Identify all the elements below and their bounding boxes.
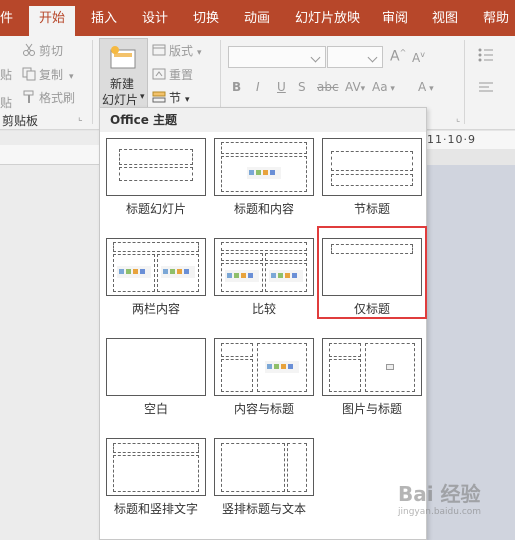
paste-partial-label[interactable]: 贴 <box>0 66 12 83</box>
layout-vertical-title-text[interactable]: 竖排标题与文本 <box>214 438 314 526</box>
reset-button[interactable]: 重置 <box>152 66 193 83</box>
layout-thumbnail <box>322 138 422 196</box>
layout-name: 节标题 <box>353 202 390 216</box>
gallery-header: Office 主题 <box>100 108 426 132</box>
bold-button[interactable]: B <box>232 80 241 94</box>
copy-button[interactable]: 复制 ▾ <box>22 66 74 83</box>
layout-blank[interactable]: 空白 <box>106 338 206 426</box>
layout-comparison[interactable]: 比较 <box>214 238 314 326</box>
layout-content-caption[interactable]: 内容与标题 <box>214 338 314 426</box>
layout-label: 版式 <box>169 44 194 58</box>
layout-thumbnail <box>214 338 314 396</box>
change-case-label: Aa <box>372 80 388 94</box>
tab-review[interactable]: 审阅 <box>382 8 408 30</box>
change-case-button[interactable]: Aa ▾ <box>372 80 395 94</box>
tab-transitions[interactable]: 切换 <box>193 8 219 30</box>
font-color-button[interactable]: A ▾ <box>418 80 434 94</box>
layout-thumbnail <box>322 338 422 396</box>
section-button[interactable]: 节 ▾ <box>152 89 190 106</box>
layout-button[interactable]: 版式 ▾ <box>152 42 202 59</box>
layout-name: 仅标题 <box>353 302 390 316</box>
reset-icon <box>152 68 166 80</box>
layout-thumbnail <box>106 138 206 196</box>
shadow-button[interactable]: S <box>298 80 306 94</box>
horizontal-ruler: 11·10·9 <box>425 131 515 149</box>
layout-thumbnail <box>106 238 206 296</box>
layout-thumbnail <box>214 438 314 496</box>
new-slide-icon <box>110 46 136 69</box>
layout-thumbnail <box>214 238 314 296</box>
layout-gallery-dropdown: Office 主题 标题幻灯片 标题和内容 节标题 两栏内容 比较 仅标题 空白… <box>99 107 427 540</box>
layout-section-header[interactable]: 节标题 <box>322 138 422 226</box>
bullets-icon[interactable] <box>478 48 494 62</box>
layout-title-content[interactable]: 标题和内容 <box>214 138 314 226</box>
tab-view[interactable]: 视图 <box>432 8 458 30</box>
new-slide-label-2: 幻灯片 <box>102 93 139 107</box>
tab-home[interactable]: 开始 <box>29 6 76 36</box>
chevron-down-icon: ▾ <box>140 92 145 102</box>
strikethrough-button[interactable]: abc <box>317 80 339 94</box>
clipboard-group-label: 剪贴板 <box>2 114 39 128</box>
copy-icon <box>22 67 36 81</box>
layout-name: 空白 <box>143 402 168 416</box>
new-slide-label-1: 新建 <box>110 77 135 91</box>
layout-picture-caption[interactable]: 图片与标题 <box>322 338 422 426</box>
format-painter-label: 格式刷 <box>39 91 76 105</box>
layout-name: 两栏内容 <box>131 302 180 316</box>
font-name-combo[interactable] <box>228 46 326 68</box>
font-dialog-launcher-icon[interactable]: ⌞ <box>456 114 460 124</box>
grow-font-label: A <box>390 48 400 65</box>
layout-title-slide[interactable]: 标题幻灯片 <box>106 138 206 226</box>
layout-name: 标题和竖排文字 <box>113 502 198 516</box>
tab-help[interactable]: 帮助 <box>483 8 509 30</box>
shrink-font-button[interactable]: Av <box>412 50 425 65</box>
layout-name: 标题幻灯片 <box>125 202 186 216</box>
layout-thumbnail <box>106 438 206 496</box>
cut-button[interactable]: 剪切 <box>22 42 63 59</box>
underline-button[interactable]: U <box>277 80 286 94</box>
layout-name: 图片与标题 <box>341 402 402 416</box>
format-painter-button[interactable]: 格式刷 <box>22 89 75 106</box>
tab-insert[interactable]: 插入 <box>91 8 117 30</box>
group-separator <box>464 40 465 124</box>
tab-design[interactable]: 设计 <box>142 8 168 30</box>
char-spacing-label: AV <box>345 80 361 94</box>
char-spacing-button[interactable]: AV▾ <box>345 80 365 94</box>
paste-partial-label-2: 贴 <box>0 96 13 110</box>
font-size-combo[interactable] <box>327 46 383 68</box>
layout-icon <box>152 44 166 56</box>
layout-title-only[interactable]: 仅标题 <box>317 226 427 326</box>
tab-animations[interactable]: 动画 <box>244 8 270 30</box>
layout-two-content[interactable]: 两栏内容 <box>106 238 206 326</box>
reset-label: 重置 <box>169 68 194 82</box>
tab-slideshow[interactable]: 幻灯片放映 <box>295 8 360 30</box>
ribbon-tab-bar: 件 开始 插入 设计 切换 动画 幻灯片放映 审阅 视图 帮助 <box>0 0 515 36</box>
layout-name: 比较 <box>251 302 276 316</box>
layout-name: 标题和内容 <box>233 202 294 216</box>
scissors-icon <box>23 43 35 56</box>
grow-font-button[interactable]: A^ <box>390 48 406 65</box>
layout-name: 内容与标题 <box>233 402 294 416</box>
cut-label: 剪切 <box>39 44 64 58</box>
align-left-icon[interactable] <box>478 82 494 94</box>
watermark-logo: Bai 经验 jingyan.baidu.com <box>398 482 482 517</box>
section-label: 节 <box>169 91 182 105</box>
italic-button[interactable]: I <box>256 80 260 94</box>
section-icon <box>152 91 166 103</box>
shrink-font-label: A <box>412 51 421 65</box>
paintbrush-icon <box>23 90 34 103</box>
picture-icon <box>386 364 394 370</box>
copy-label: 复制 <box>39 68 64 82</box>
thumbnail-pane <box>0 131 100 540</box>
layout-thumbnail <box>214 138 314 196</box>
layout-name: 竖排标题与文本 <box>221 502 306 516</box>
layout-title-vertical-text[interactable]: 标题和竖排文字 <box>106 438 206 526</box>
font-color-label: A <box>418 80 427 94</box>
dialog-launcher-icon[interactable]: ⌞ <box>78 112 83 123</box>
layout-thumbnail <box>106 338 206 396</box>
tab-file[interactable]: 件 <box>0 8 13 30</box>
group-separator <box>92 40 93 124</box>
new-slide-button[interactable]: 新建 幻灯片 ▾ <box>99 38 148 108</box>
